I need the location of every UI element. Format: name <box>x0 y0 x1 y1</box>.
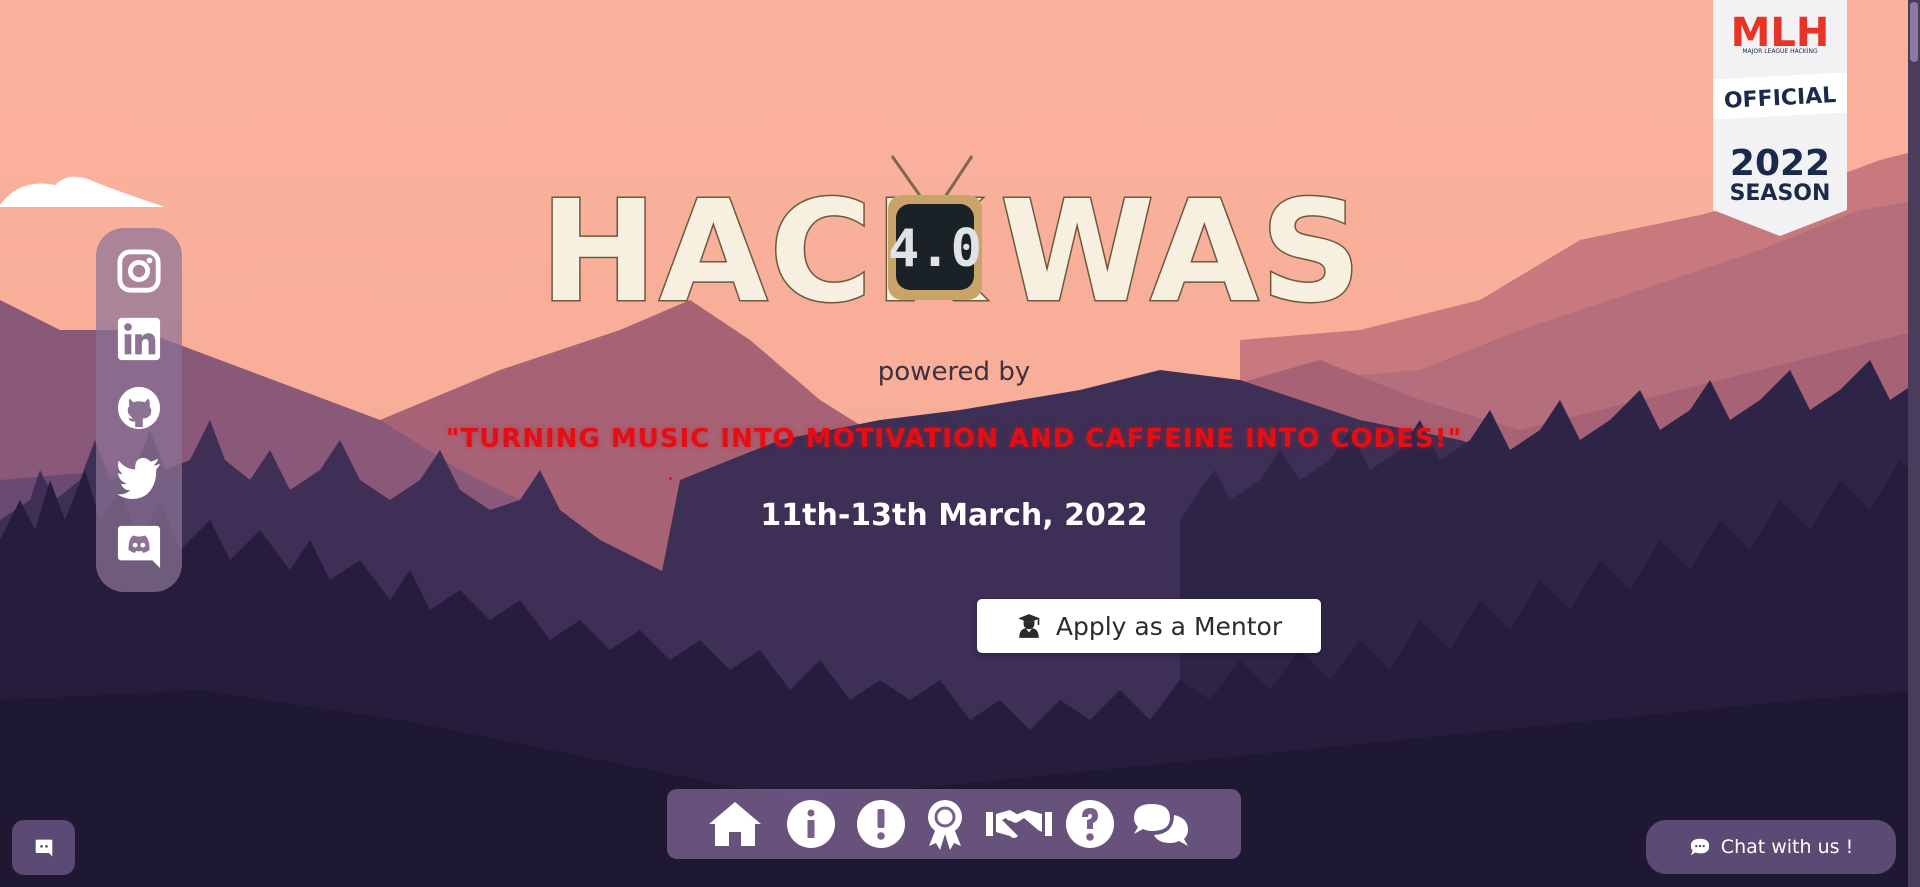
nav-sponsors[interactable] <box>984 798 1054 850</box>
hackwasp-logo: HACK 4.0 WASP <box>540 155 1370 330</box>
apply-mentor-label: Apply as a Mentor <box>1055 611 1283 641</box>
page-scrollbar[interactable] <box>1908 0 1920 887</box>
social-sidebar <box>96 228 182 592</box>
discord-icon <box>35 839 52 856</box>
nav-contact[interactable] <box>1130 798 1192 850</box>
mlh-year-label: 2022 <box>1730 143 1830 184</box>
scrollbar-thumb[interactable] <box>1910 2 1918 62</box>
social-link-instagram[interactable] <box>116 248 162 294</box>
user-graduate-icon <box>1018 614 1040 638</box>
question-icon <box>1066 800 1114 848</box>
nav-prizes[interactable] <box>917 798 973 850</box>
logo-word-wasp: WASP <box>1000 171 1370 330</box>
discord-widget-button[interactable] <box>12 820 75 875</box>
nav-home[interactable] <box>707 798 763 850</box>
social-link-linkedin[interactable] <box>116 316 162 362</box>
nav-announcements[interactable] <box>853 798 909 850</box>
exclamation-icon <box>857 800 905 848</box>
chat-with-us-button[interactable]: Chat with us ! <box>1646 820 1896 874</box>
logo-version: 4.0 <box>888 219 982 279</box>
apply-mentor-button[interactable]: Apply as a Mentor <box>977 599 1321 653</box>
comments-icon <box>1134 804 1188 846</box>
handshake-icon <box>986 810 1052 838</box>
info-icon <box>787 800 835 848</box>
mlh-official-badge[interactable]: MLH MAJOR LEAGUE HACKING OFFICIAL 2022 S… <box>1713 0 1847 236</box>
award-icon <box>928 800 962 850</box>
chat-label: Chat with us ! <box>1720 836 1854 858</box>
mlh-logo-subtitle: MAJOR LEAGUE HACKING <box>1742 48 1818 55</box>
event-date: 11th-13th March, 2022 <box>760 498 1148 533</box>
discord-icon <box>117 525 161 569</box>
twitter-icon <box>116 457 161 500</box>
social-link-discord[interactable] <box>116 524 162 570</box>
github-icon <box>117 386 161 430</box>
tagline: "TURNING MUSIC INTO MOTIVATION AND CAFFE… <box>445 424 1463 454</box>
decorative-dot <box>669 477 672 480</box>
instagram-icon <box>117 249 161 293</box>
nav-about[interactable] <box>783 798 839 850</box>
social-link-twitter[interactable] <box>116 454 162 500</box>
home-icon <box>709 802 761 846</box>
linkedin-icon <box>117 317 161 361</box>
comment-icon <box>1690 838 1709 856</box>
social-link-github[interactable] <box>116 385 162 431</box>
mlh-season-label: SEASON <box>1730 181 1831 206</box>
nav-faq[interactable] <box>1062 798 1118 850</box>
bottom-navigation <box>667 789 1241 859</box>
powered-by-text: powered by <box>877 357 1031 387</box>
